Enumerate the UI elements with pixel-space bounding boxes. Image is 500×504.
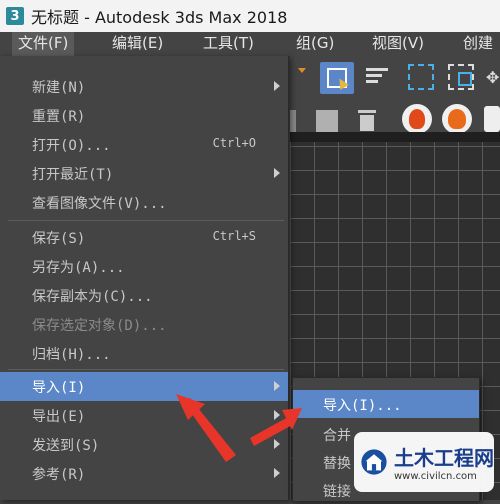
watermark-text: 土木工程网 www.civilcn.com bbox=[394, 442, 494, 482]
toolbar-divider bbox=[290, 110, 296, 132]
render-setup-icon[interactable] bbox=[402, 104, 432, 134]
move-icon[interactable]: ✥ bbox=[486, 68, 500, 87]
menu-item-label: 归档(H)... bbox=[32, 347, 111, 363]
watermark: 土木工程网 www.civilcn.com bbox=[354, 432, 494, 492]
menu-separator bbox=[8, 220, 284, 221]
viewport-header bbox=[290, 132, 500, 142]
submenu-arrow-icon bbox=[274, 381, 280, 391]
filter-list-icon[interactable] bbox=[366, 68, 388, 84]
render-icon[interactable] bbox=[484, 106, 500, 132]
file-menu-dropdown: 新建(N) 重置(R) 打开(O)... Ctrl+O 打开最近(T) 查看图像… bbox=[0, 56, 289, 500]
submenu-arrow-icon bbox=[274, 168, 280, 178]
menu-item-label: 查看图像文件(V)... bbox=[32, 196, 167, 212]
menu-item-reset[interactable]: 重置(R) bbox=[0, 101, 288, 130]
menu-item-open[interactable]: 打开(O)... Ctrl+O bbox=[0, 130, 288, 159]
select-region-icon[interactable] bbox=[320, 62, 354, 94]
square-tool-icon[interactable] bbox=[316, 110, 338, 132]
menu-item-open-recent[interactable]: 打开最近(T) bbox=[0, 159, 288, 188]
submenu-item-label: 链接 bbox=[323, 484, 351, 500]
menu-item-label: 保存副本为(C)... bbox=[32, 289, 153, 305]
menu-item-label: 新建(N) bbox=[32, 80, 86, 96]
submenu-item-import[interactable]: 导入(I)... bbox=[293, 390, 479, 418]
menu-item-label: 保存(S) bbox=[32, 231, 86, 247]
menu-item-import[interactable]: 导入(I) bbox=[0, 372, 288, 401]
menu-item-export[interactable]: 导出(E) bbox=[0, 401, 288, 430]
submenu-item-label: 合并 bbox=[323, 428, 351, 444]
menu-item-save-as[interactable]: 另存为(A)... bbox=[0, 252, 288, 281]
menu-group[interactable]: 组(G) bbox=[296, 32, 334, 56]
menu-item-label: 打开最近(T) bbox=[32, 167, 114, 183]
menu-item-label: 另存为(A)... bbox=[32, 260, 125, 276]
delete-icon[interactable] bbox=[358, 110, 376, 132]
submenu-item-label: 替换 bbox=[323, 456, 351, 472]
menu-bar: 文件(F) 编辑(E) 工具(T) 组(G) 视图(V) 创建 bbox=[0, 32, 500, 57]
menu-file[interactable]: 文件(F) bbox=[12, 32, 75, 56]
menu-create[interactable]: 创建 bbox=[463, 32, 493, 56]
menu-item-label: 参考(R) bbox=[32, 467, 86, 483]
shortcut-label: Ctrl+O bbox=[212, 136, 256, 150]
menu-item-label: 保存选定对象(D)... bbox=[32, 318, 167, 334]
menu-tools[interactable]: 工具(T) bbox=[203, 32, 254, 56]
menu-views[interactable]: 视图(V) bbox=[372, 32, 424, 56]
menu-item-new[interactable]: 新建(N) bbox=[0, 72, 288, 101]
menu-item-view-image-file[interactable]: 查看图像文件(V)... bbox=[0, 188, 288, 217]
menu-item-label: 导入(I) bbox=[32, 380, 86, 396]
main-toolbar: ✥ bbox=[290, 56, 500, 142]
menu-item-archive[interactable]: 归档(H)... bbox=[0, 339, 288, 368]
menu-item-label: 导出(E) bbox=[32, 409, 86, 425]
menu-item-save[interactable]: 保存(S) Ctrl+S bbox=[0, 223, 288, 252]
submenu-item-label: 导入(I)... bbox=[323, 398, 402, 414]
submenu-arrow-icon bbox=[274, 410, 280, 420]
menu-item-label: 打开(O)... bbox=[32, 138, 111, 154]
menu-item-save-selected: 保存选定对象(D)... bbox=[0, 310, 288, 339]
menu-item-label: 发送到(S) bbox=[32, 438, 100, 454]
submenu-arrow-icon bbox=[274, 439, 280, 449]
watermark-title: 土木工程网 bbox=[394, 446, 494, 470]
shortcut-label: Ctrl+S bbox=[212, 229, 256, 243]
menu-item-send-to[interactable]: 发送到(S) bbox=[0, 430, 288, 459]
rectangle-select-icon[interactable] bbox=[408, 64, 434, 90]
title-bar: 3 无标题 - Autodesk 3ds Max 2018 bbox=[0, 0, 500, 32]
menu-separator bbox=[8, 369, 284, 370]
submenu-arrow-icon bbox=[274, 468, 280, 478]
menu-item-label: 重置(R) bbox=[32, 109, 86, 125]
dropdown-arrow-icon[interactable] bbox=[298, 68, 306, 73]
civilcn-logo-icon bbox=[361, 449, 387, 475]
window-crossing-icon[interactable] bbox=[448, 64, 474, 90]
submenu-arrow-icon bbox=[274, 81, 280, 91]
render-frame-icon[interactable] bbox=[442, 104, 472, 134]
3ds-max-app-icon: 3 bbox=[6, 7, 24, 25]
menu-edit[interactable]: 编辑(E) bbox=[112, 32, 163, 56]
menu-item-reference[interactable]: 参考(R) bbox=[0, 459, 288, 488]
menu-item-save-copy-as[interactable]: 保存副本为(C)... bbox=[0, 281, 288, 310]
window-title: 无标题 - Autodesk 3ds Max 2018 bbox=[31, 8, 288, 27]
watermark-url: www.civilcn.com bbox=[394, 471, 477, 482]
